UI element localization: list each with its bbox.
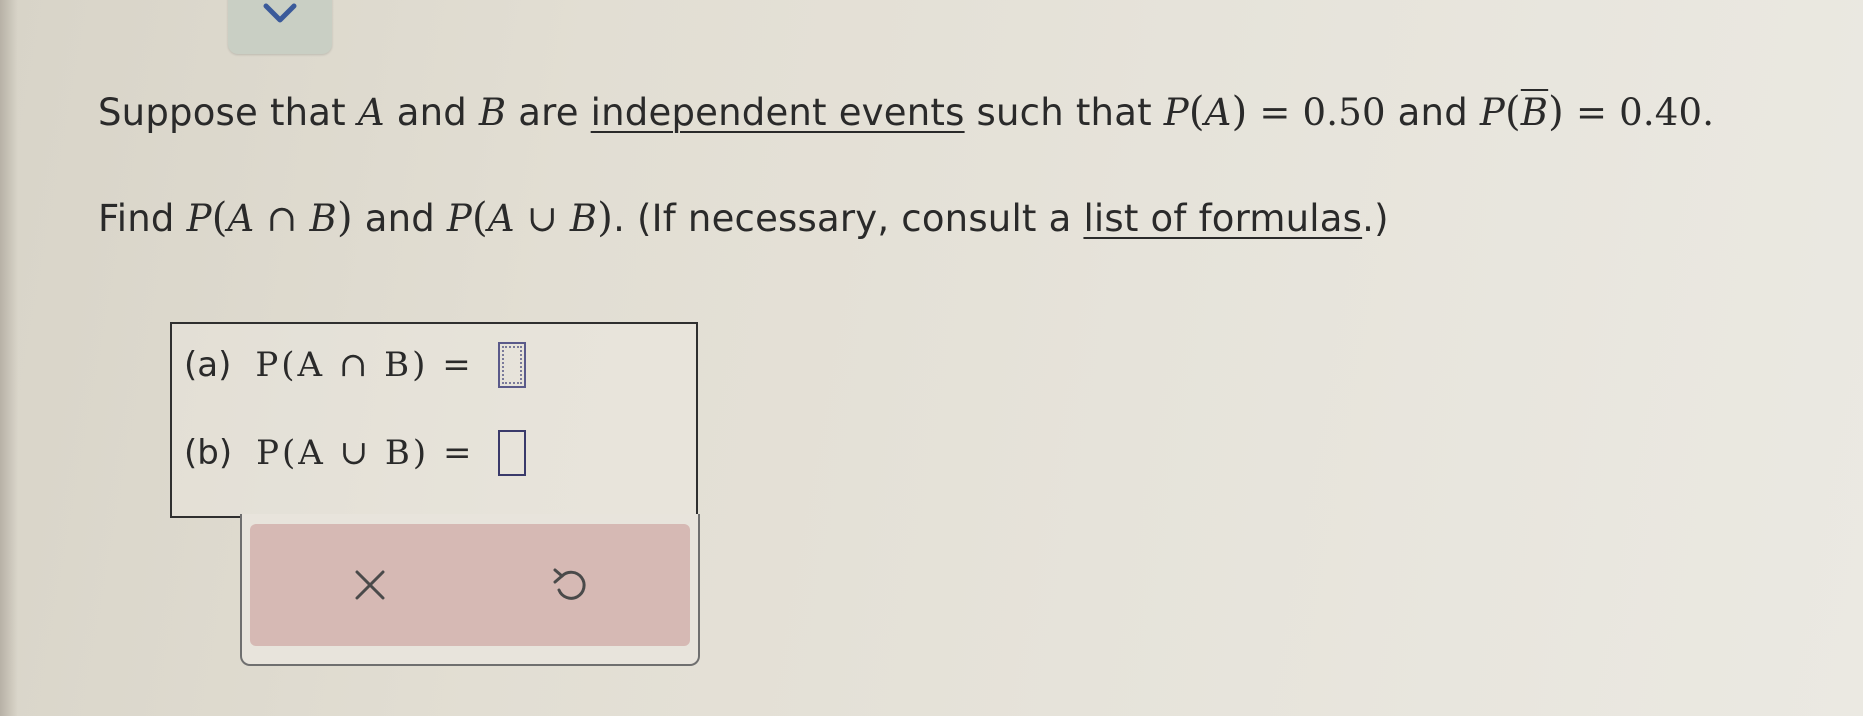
intersection-expr: A ∩ B: [227, 197, 337, 240]
paren-close: ): [597, 195, 614, 241]
x-icon: [355, 570, 385, 600]
variable-a: A: [357, 91, 385, 134]
variable-b-complement: B: [1520, 91, 1549, 134]
prob-symbol: P: [1163, 91, 1189, 134]
question-text: Find: [98, 197, 187, 240]
paren-close: ): [1548, 89, 1564, 135]
variable-b: B: [478, 91, 507, 134]
prob-symbol: P: [186, 197, 212, 240]
answer-box: (a) P(A ∩ B) = (b) P(A ∪ B) =: [170, 322, 698, 518]
union-expr: A ∪ B: [487, 197, 598, 240]
paren-close: ): [336, 195, 353, 241]
question-line-2: Find P(A ∩ B) and P(A ∪ B). (If necessar…: [98, 198, 1389, 238]
answer-input-a[interactable]: [497, 342, 526, 388]
answer-row-a: (a) P(A ∩ B) =: [184, 342, 526, 388]
action-button-bar: [250, 524, 690, 646]
question-text: .): [1362, 197, 1389, 240]
page-edge-shadow: [0, 0, 18, 716]
list-of-formulas-link[interactable]: list of formulas: [1083, 197, 1362, 240]
chevron-down-icon: [263, 3, 297, 23]
question-text: are: [506, 91, 591, 134]
part-label-b: (b): [184, 433, 233, 473]
paren-open: (: [1188, 89, 1205, 135]
question-text: Suppose that: [98, 91, 358, 134]
prob-a-value: = 0.50: [1247, 91, 1386, 134]
paren-close: ): [1231, 89, 1248, 135]
variable-a: A: [1204, 91, 1232, 134]
paren-open: (: [1504, 89, 1521, 135]
prob-symbol: P: [1479, 91, 1505, 134]
answer-input-b[interactable]: [498, 430, 527, 476]
question-text: and: [352, 197, 447, 240]
prob-symbol: P: [446, 197, 472, 240]
part-label-a: (a): [184, 345, 232, 385]
answer-row-b: (b) P(A ∪ B) =: [184, 430, 527, 476]
question-text: and: [384, 91, 479, 134]
undo-icon: [553, 568, 586, 600]
collapse-tab[interactable]: [228, 0, 332, 54]
clear-button[interactable]: [270, 524, 470, 646]
question-text: . (If necessary, consult a: [613, 197, 1084, 240]
union-expression: P(A ∪ B) =: [256, 433, 475, 473]
action-button-panel: [240, 514, 700, 666]
question-text: and: [1385, 91, 1480, 134]
independent-events-link[interactable]: independent events: [591, 91, 965, 134]
paren-open: (: [472, 195, 488, 241]
paren-open: (: [211, 195, 228, 241]
undo-button[interactable]: [470, 524, 670, 646]
prob-b-complement-value: = 0.40.: [1563, 91, 1715, 134]
question-text: such that: [964, 91, 1164, 134]
question-line-1: Suppose that A and B are independent eve…: [98, 92, 1714, 132]
intersection-expression: P(A ∩ B) =: [255, 345, 474, 385]
